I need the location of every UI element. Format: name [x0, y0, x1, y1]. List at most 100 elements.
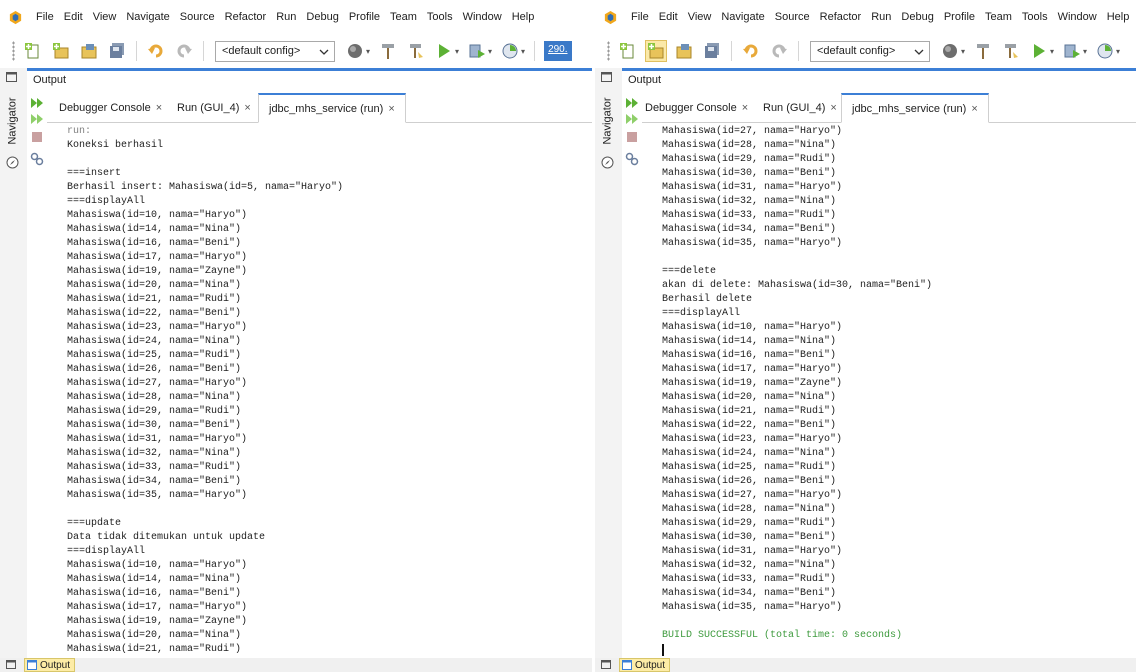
- menu-team[interactable]: Team: [980, 11, 1017, 23]
- menu-view[interactable]: View: [88, 11, 122, 23]
- menu-file[interactable]: File: [31, 11, 59, 23]
- debug-button[interactable]: [1061, 40, 1083, 62]
- menu-source[interactable]: Source: [770, 11, 815, 23]
- close-icon[interactable]: ×: [244, 102, 250, 114]
- redo-button[interactable]: [173, 40, 195, 62]
- rerun-icon[interactable]: [30, 112, 44, 126]
- output-window-header[interactable]: Output: [622, 68, 1136, 90]
- tab-jdbc-service[interactable]: jdbc_mhs_service (run) ×: [841, 93, 989, 123]
- menu-profile[interactable]: Profile: [939, 11, 980, 23]
- clean-build-button[interactable]: [1000, 40, 1022, 62]
- menu-team[interactable]: Team: [385, 11, 422, 23]
- clean-build-button[interactable]: [405, 40, 427, 62]
- menu-tools[interactable]: Tools: [422, 11, 458, 23]
- menu-navigate[interactable]: Navigate: [121, 11, 174, 23]
- new-project-button[interactable]: [50, 40, 72, 62]
- run-button[interactable]: [1028, 40, 1050, 62]
- save-all-button[interactable]: [701, 40, 723, 62]
- minimized-output-tab[interactable]: Output: [24, 658, 76, 672]
- menu-edit[interactable]: Edit: [59, 11, 88, 23]
- menu-edit[interactable]: Edit: [654, 11, 683, 23]
- restore-window-icon[interactable]: [601, 660, 611, 669]
- close-icon[interactable]: ×: [388, 103, 394, 115]
- menu-refactor[interactable]: Refactor: [815, 11, 867, 23]
- menu-debug[interactable]: Debug: [896, 11, 938, 23]
- navigator-tab[interactable]: Navigator: [599, 90, 617, 152]
- profile-button[interactable]: [499, 40, 521, 62]
- menu-run[interactable]: Run: [271, 11, 301, 23]
- new-file-button[interactable]: [22, 40, 44, 62]
- chevron-down-icon[interactable]: ▾: [961, 47, 965, 56]
- close-icon[interactable]: ×: [156, 102, 162, 114]
- chevron-down-icon[interactable]: ▾: [1083, 47, 1087, 56]
- restore-window-icon[interactable]: [601, 72, 612, 82]
- settings-icon[interactable]: [625, 152, 639, 166]
- toolbar-grip[interactable]: [12, 41, 15, 61]
- restore-window-icon[interactable]: [6, 660, 16, 669]
- undo-button[interactable]: [740, 40, 762, 62]
- menu-refactor[interactable]: Refactor: [220, 11, 272, 23]
- browser-button[interactable]: [939, 40, 961, 62]
- stop-icon[interactable]: [625, 130, 639, 144]
- menu-help[interactable]: Help: [507, 11, 540, 23]
- stop-icon[interactable]: [30, 130, 44, 144]
- menu-run[interactable]: Run: [866, 11, 896, 23]
- rerun-icon[interactable]: [30, 96, 44, 110]
- close-icon[interactable]: ×: [742, 102, 748, 114]
- chevron-down-icon[interactable]: ▾: [1116, 47, 1120, 56]
- browser-button[interactable]: [344, 40, 366, 62]
- close-icon[interactable]: ×: [971, 103, 977, 115]
- menu-profile[interactable]: Profile: [344, 11, 385, 23]
- tab-debugger-console[interactable]: Debugger Console ×: [59, 93, 162, 123]
- navigator-icon[interactable]: [601, 156, 614, 169]
- menu-view[interactable]: View: [683, 11, 717, 23]
- tab-run-gui[interactable]: Run (GUI_4) ×: [763, 93, 837, 123]
- toolbar-grip[interactable]: [607, 41, 610, 61]
- restore-window-icon[interactable]: [6, 72, 17, 82]
- navigator-icon[interactable]: [6, 156, 19, 169]
- config-select[interactable]: <default config>: [810, 40, 930, 62]
- menu-help[interactable]: Help: [1102, 11, 1135, 23]
- tab-jdbc-service[interactable]: jdbc_mhs_service (run) ×: [258, 93, 406, 123]
- close-icon[interactable]: ×: [830, 102, 836, 114]
- new-project-button[interactable]: [645, 40, 667, 62]
- memory-indicator[interactable]: 290.: [544, 41, 572, 61]
- tab-debugger-console[interactable]: Debugger Console ×: [645, 93, 748, 123]
- chevron-down-icon[interactable]: ▾: [455, 47, 459, 56]
- open-project-button[interactable]: [78, 40, 100, 62]
- save-all-icon: [705, 43, 719, 58]
- rerun-icon[interactable]: [625, 96, 639, 110]
- tab-run-gui[interactable]: Run (GUI_4) ×: [177, 93, 251, 123]
- minimized-output-tab[interactable]: Output: [619, 658, 671, 672]
- build-button[interactable]: [377, 40, 399, 62]
- rerun-icon[interactable]: [625, 112, 639, 126]
- run-button[interactable]: [433, 40, 455, 62]
- menu-source[interactable]: Source: [175, 11, 220, 23]
- profile-button[interactable]: [1094, 40, 1116, 62]
- new-file-button[interactable]: [617, 40, 639, 62]
- debug-button[interactable]: [466, 40, 488, 62]
- build-button[interactable]: [972, 40, 994, 62]
- output-window-header[interactable]: Output: [27, 68, 592, 90]
- chevron-down-icon[interactable]: ▾: [366, 47, 370, 56]
- config-select[interactable]: <default config>: [215, 40, 335, 62]
- menu-window[interactable]: Window: [458, 11, 507, 23]
- menu-debug[interactable]: Debug: [301, 11, 343, 23]
- console-output[interactable]: run: Koneksi berhasil ===insert Berhasil in…: [47, 125, 592, 658]
- menu-tools[interactable]: Tools: [1017, 11, 1053, 23]
- menu-navigate[interactable]: Navigate: [716, 11, 769, 23]
- open-project-button[interactable]: [673, 40, 695, 62]
- menu-bar: File Edit View Navigate Source Refactor …: [0, 0, 592, 34]
- tab-label: Run (GUI_4): [177, 102, 240, 114]
- redo-button[interactable]: [768, 40, 790, 62]
- undo-button[interactable]: [145, 40, 167, 62]
- chevron-down-icon[interactable]: ▾: [1050, 47, 1054, 56]
- menu-window[interactable]: Window: [1053, 11, 1102, 23]
- menu-file[interactable]: File: [626, 11, 654, 23]
- save-all-button[interactable]: [106, 40, 128, 62]
- settings-icon[interactable]: [30, 152, 44, 166]
- chevron-down-icon[interactable]: ▾: [488, 47, 492, 56]
- console-output[interactable]: Mahasiswa(id=27, nama="Haryo") Mahasiswa(…: [642, 125, 1136, 658]
- navigator-tab[interactable]: Navigator: [4, 90, 22, 152]
- chevron-down-icon[interactable]: ▾: [521, 47, 525, 56]
